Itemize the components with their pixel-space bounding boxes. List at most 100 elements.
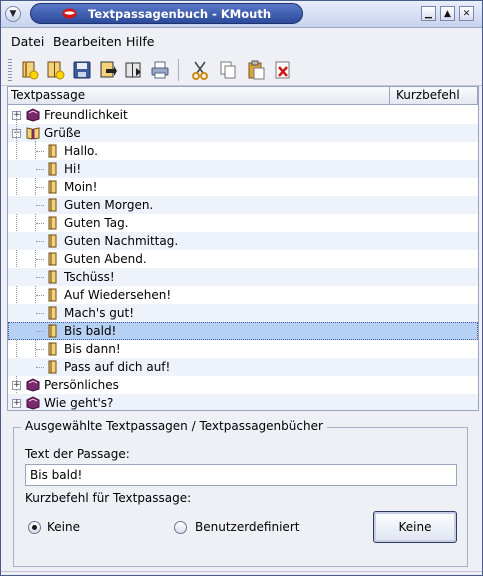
tree-label: Guten Morgen.: [64, 198, 154, 212]
close-button[interactable]: ✕: [459, 6, 474, 21]
details-group-title: Ausgewählte Textpassagen / Textpassagenb…: [21, 419, 327, 433]
passage-icon: [48, 198, 57, 212]
export-icon: [125, 62, 141, 78]
paste-icon: [248, 60, 265, 80]
window-bottom-edge: [1, 571, 482, 572]
cut-button[interactable]: [189, 59, 211, 81]
passage-icon: [48, 144, 57, 158]
kmouth-window: ▼ Textpassagenbuch - KMouth ▁ ▲ ✕ Datei …: [0, 0, 483, 576]
open-book-icon: [26, 127, 40, 140]
tree-passage[interactable]: Hallo.: [8, 142, 478, 160]
copy-button[interactable]: [217, 59, 239, 81]
passage-icon: [48, 342, 57, 356]
radio-keine-label[interactable]: Keine: [47, 520, 80, 534]
passage-icon: [48, 234, 57, 248]
import-icon: [100, 61, 117, 78]
toolbar: [1, 53, 482, 86]
export-button[interactable]: [123, 59, 145, 81]
tree-label: Guten Abend.: [64, 252, 147, 266]
delete-button[interactable]: [272, 59, 294, 81]
title-bar[interactable]: ▼ Textpassagenbuch - KMouth ▁ ▲ ✕: [1, 1, 482, 28]
tree-book-gruesse[interactable]: − Grüße: [8, 124, 478, 142]
menu-bar: Datei Bearbeiten Hilfe: [1, 31, 482, 53]
maximize-icon: ▲: [444, 8, 451, 19]
tree-label: Grüße: [44, 126, 81, 140]
save-button[interactable]: [71, 59, 93, 81]
column-header-textpassage[interactable]: Textpassage: [8, 87, 390, 105]
expand-icon[interactable]: +: [12, 381, 21, 390]
paste-button[interactable]: [245, 59, 267, 81]
cut-icon: [192, 61, 208, 80]
radio-benutzerdefiniert-label[interactable]: Benutzerdefiniert: [195, 520, 299, 534]
tree-passage-selected[interactable]: Bis bald!: [8, 322, 478, 340]
minimize-button[interactable]: ▁: [421, 6, 436, 21]
passage-icon: [48, 360, 57, 374]
toolbar-grip[interactable]: [8, 59, 12, 81]
copy-icon: [220, 61, 236, 79]
tree-passage[interactable]: Guten Nachmittag.: [8, 232, 478, 250]
new-book-icon: [22, 61, 39, 80]
tree-label: Freundlichkeit: [44, 108, 128, 122]
print-button[interactable]: [149, 59, 171, 81]
window-menu-button[interactable]: ▼: [5, 6, 21, 22]
menu-bearbeiten[interactable]: Bearbeiten: [53, 34, 122, 49]
new-passage-button[interactable]: [44, 59, 66, 81]
tree-label: Hi!: [64, 162, 82, 176]
tree-passage[interactable]: Hi!: [8, 160, 478, 178]
new-book-button[interactable]: [19, 59, 41, 81]
tree-passage[interactable]: Guten Tag.: [8, 214, 478, 232]
tree-passage[interactable]: Tschüss!: [8, 268, 478, 286]
tree-label: Tschüss!: [64, 270, 115, 284]
delete-icon: [275, 61, 290, 79]
radio-benutzerdefiniert[interactable]: [174, 521, 187, 534]
tree-book-persoenliches[interactable]: + Persönliches: [8, 376, 478, 394]
print-icon: [151, 61, 169, 79]
passage-icon: [48, 324, 57, 338]
maximize-button[interactable]: ▲: [440, 6, 455, 21]
shortcut-button-label: Keine: [398, 520, 432, 534]
save-icon: [73, 61, 91, 79]
passage-icon: [48, 270, 57, 284]
passage-icon: [48, 252, 57, 266]
book-icon: [26, 108, 40, 122]
tree-label: Bis dann!: [64, 342, 121, 356]
passage-text-label: Text der Passage:: [25, 447, 130, 461]
tree-label: Moin!: [64, 180, 98, 194]
menu-datei[interactable]: Datei: [11, 34, 44, 49]
tree-label: Hallo.: [64, 144, 98, 158]
tree-passage[interactable]: Auf Wiedersehen!: [8, 286, 478, 304]
tree-passage[interactable]: Guten Abend.: [8, 250, 478, 268]
expand-icon[interactable]: +: [12, 399, 21, 408]
tree-label: Bis bald!: [64, 324, 117, 338]
shortcut-button[interactable]: Keine: [373, 511, 457, 543]
passage-text-field[interactable]: Bis bald!: [25, 464, 457, 486]
import-button[interactable]: [97, 59, 119, 81]
new-passage-icon: [47, 61, 65, 80]
book-icon: [26, 378, 40, 392]
title-pill: Textpassagenbuch - KMouth: [30, 3, 303, 24]
phrasebook-tree[interactable]: Textpassage Kurzbefehl + Freundlichkeit …: [7, 86, 479, 411]
passage-icon: [48, 180, 57, 194]
tree-label: Auf Wiedersehen!: [64, 288, 172, 302]
tree-book-wie-gehts[interactable]: + Wie geht's?: [8, 394, 478, 410]
window-title: Textpassagenbuch - KMouth: [88, 7, 272, 21]
tree-label: Wie geht's?: [44, 396, 114, 410]
chevron-down-icon: ▼: [9, 9, 17, 19]
tree-passage[interactable]: Pass auf dich auf!: [8, 358, 478, 376]
minimize-icon: ▁: [425, 8, 432, 19]
passage-icon: [48, 162, 57, 176]
kmouth-logo-icon: [62, 8, 77, 19]
tree-label: Guten Tag.: [64, 216, 129, 230]
menu-hilfe[interactable]: Hilfe: [126, 34, 154, 49]
tree-passage[interactable]: Bis dann!: [8, 340, 478, 358]
column-header-kurzbefehl[interactable]: Kurzbefehl: [390, 87, 478, 105]
tree-passage[interactable]: Mach's gut!: [8, 304, 478, 322]
radio-keine[interactable]: [28, 521, 41, 534]
passage-icon: [48, 216, 57, 230]
toolbar-separator: [178, 59, 179, 81]
close-icon: ✕: [462, 8, 471, 19]
tree-label: Pass auf dich auf!: [64, 360, 171, 374]
tree-passage[interactable]: Guten Morgen.: [8, 196, 478, 214]
tree-book-freundlichkeit[interactable]: + Freundlichkeit: [8, 106, 478, 124]
tree-passage[interactable]: Moin!: [8, 178, 478, 196]
